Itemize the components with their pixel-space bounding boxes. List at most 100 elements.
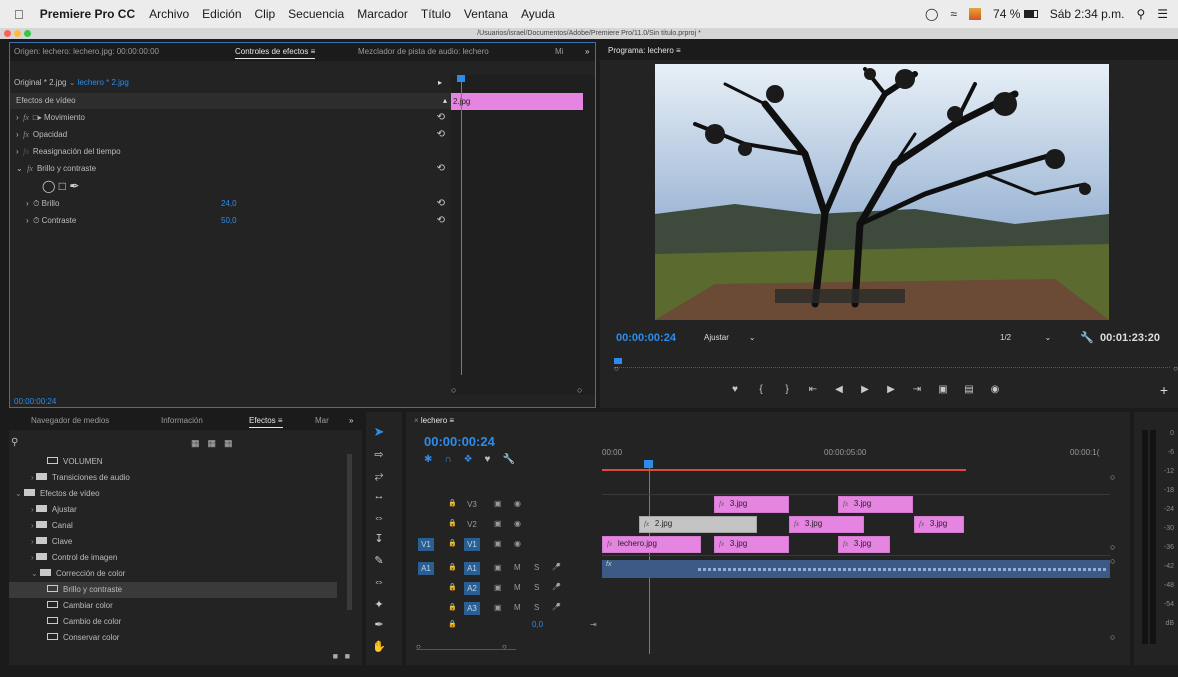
slide-tool-icon[interactable]: ✦ bbox=[372, 598, 386, 611]
play-icon[interactable]: ▶ bbox=[858, 384, 872, 395]
hand-tool-icon[interactable]: ✋ bbox=[372, 640, 386, 653]
slip-tool-icon[interactable]: ⇔ bbox=[372, 576, 386, 588]
track-name[interactable]: A1 bbox=[464, 562, 480, 575]
accelerated-effects-icon[interactable]: ▦ bbox=[191, 438, 200, 449]
close-icon[interactable]: × bbox=[414, 416, 419, 425]
zoom-handle-icon[interactable]: ○ bbox=[451, 385, 456, 395]
zoom-handle-icon[interactable]: ○ bbox=[1173, 364, 1178, 373]
go-to-out-icon[interactable]: ⇥ bbox=[910, 384, 924, 395]
extract-icon[interactable]: ▤ bbox=[962, 384, 976, 395]
tab-sequence[interactable]: × lechero ≡ bbox=[414, 416, 454, 427]
play-clip-icon[interactable]: ▸ bbox=[438, 75, 442, 91]
scrollbar[interactable] bbox=[347, 454, 352, 610]
rectangle-mask-icon[interactable]: □ bbox=[59, 179, 66, 193]
sync-lock-icon[interactable]: ▣ bbox=[494, 516, 502, 531]
panel-menu-icon[interactable]: ≡ bbox=[311, 47, 316, 56]
track-name[interactable]: V2 bbox=[464, 518, 480, 531]
menu-archivo[interactable]: Archivo bbox=[149, 7, 189, 21]
go-to-in-icon[interactable]: ⇤ bbox=[806, 384, 820, 395]
timeline-clip[interactable]: fx lechero.jpg bbox=[602, 536, 701, 553]
reset-icon[interactable]: ⟲ bbox=[437, 110, 445, 126]
clock[interactable]: Sáb 2:34 p.m. bbox=[1050, 7, 1125, 21]
ripple-edit-tool-icon[interactable]: ⥂ bbox=[372, 470, 386, 483]
tab-media-browser[interactable]: Navegador de medios bbox=[31, 416, 109, 425]
tree-item[interactable]: › Clave bbox=[9, 534, 337, 550]
fx-icon[interactable]: fx bbox=[27, 164, 33, 173]
scroll-handle-icon[interactable]: ○ bbox=[1110, 472, 1115, 482]
lock-icon[interactable]: 🔒 bbox=[448, 580, 457, 595]
tab-more[interactable]: Mi bbox=[555, 47, 563, 56]
apple-menu-icon[interactable]:  bbox=[14, 7, 24, 22]
collapse-icon[interactable]: ▴ bbox=[443, 93, 447, 109]
zoom-handle-icon[interactable]: ○ bbox=[1110, 542, 1115, 552]
timeline-clip[interactable]: fx 3.jpg bbox=[914, 516, 964, 533]
expanded-arrow-icon[interactable]: ⌄ bbox=[16, 164, 23, 173]
menu-edicion[interactable]: Edición bbox=[202, 7, 241, 21]
timeline-clip[interactable]: fx 3.jpg bbox=[789, 516, 864, 533]
yuv-effects-icon[interactable]: ▦ bbox=[224, 438, 233, 449]
pen-tool-icon[interactable]: ✒ bbox=[372, 618, 386, 631]
battery-indicator[interactable]: 74 % bbox=[993, 7, 1038, 21]
timeline-timecode[interactable]: 00:00:00:24 bbox=[424, 434, 495, 449]
microphone-icon[interactable]: 🎤 bbox=[552, 560, 561, 575]
tab-effect-controls[interactable]: Controles de efectos ≡ bbox=[235, 47, 316, 59]
step-forward-icon[interactable]: ▶ bbox=[884, 384, 898, 395]
solo-button[interactable]: S bbox=[534, 560, 539, 575]
clip-bar[interactable]: 2.jpg bbox=[451, 93, 583, 110]
zoom-handle-icon[interactable]: ○ bbox=[1110, 632, 1115, 642]
menu-ventana[interactable]: Ventana bbox=[464, 7, 508, 21]
timeline-clip[interactable]: fx 3.jpg bbox=[838, 536, 890, 553]
track-v2[interactable]: fx 2.jpg fx 3.jpg fx 3.jpg bbox=[602, 516, 1110, 534]
mark-in-icon[interactable]: { bbox=[754, 384, 768, 395]
notification-center-icon[interactable]: ☰ bbox=[1157, 7, 1168, 21]
fx-icon[interactable]: fx bbox=[23, 130, 29, 139]
mark-out-icon[interactable]: } bbox=[780, 384, 794, 395]
zoom-handle-icon[interactable]: ○ bbox=[502, 642, 507, 651]
tree-item[interactable]: › Canal bbox=[9, 518, 337, 534]
track-v1[interactable]: fx lechero.jpg fx 3.jpg fx 3.jpg bbox=[602, 536, 1110, 554]
export-frame-icon[interactable]: ◉ bbox=[988, 384, 1002, 395]
tree-item[interactable]: › Transiciones de audio bbox=[9, 470, 337, 486]
microphone-icon[interactable]: 🎤 bbox=[552, 600, 561, 615]
razor-tool-icon[interactable]: ↧ bbox=[372, 532, 386, 545]
tree-item[interactable]: ⌄ Corrección de color bbox=[9, 566, 337, 582]
tree-item[interactable]: Volumen bbox=[9, 454, 337, 470]
tree-item[interactable]: ⌄ Efectos de vídeo bbox=[9, 486, 337, 502]
solo-button[interactable]: S bbox=[534, 600, 539, 615]
lock-icon[interactable]: 🔒 bbox=[448, 620, 457, 628]
sync-lock-icon[interactable]: ▣ bbox=[494, 580, 502, 595]
menu-secuencia[interactable]: Secuencia bbox=[288, 7, 344, 21]
effect-timecode[interactable]: 00:00:00:24 bbox=[14, 397, 56, 406]
selection-tool-icon[interactable]: ➤ bbox=[372, 424, 386, 440]
eye-icon[interactable]: ◉ bbox=[514, 536, 521, 551]
close-window-button[interactable] bbox=[4, 30, 11, 37]
eye-icon[interactable]: ◉ bbox=[514, 496, 521, 511]
expanded-arrow-icon[interactable]: ⌄ bbox=[31, 569, 40, 578]
tree-item[interactable]: Cambio de color bbox=[9, 614, 337, 630]
timeline-clip[interactable]: fx 3.jpg bbox=[714, 536, 789, 553]
menu-clip[interactable]: Clip bbox=[255, 7, 276, 21]
source-patch[interactable]: A1 bbox=[418, 562, 434, 575]
effect-row-brillo-contraste[interactable]: ⌄ fx Brillo y contraste ⟲ bbox=[10, 161, 451, 177]
effect-timeline[interactable]: 2.jpg ○ ○ bbox=[451, 75, 595, 395]
rolling-edit-tool-icon[interactable]: ↔ bbox=[372, 490, 386, 502]
lock-icon[interactable]: 🔒 bbox=[448, 536, 457, 551]
add-marker-icon[interactable]: ♥ bbox=[728, 384, 742, 395]
ellipse-mask-icon[interactable]: ◯ bbox=[42, 179, 55, 193]
track-name[interactable]: V1 bbox=[464, 538, 480, 551]
mute-button[interactable]: M bbox=[514, 580, 521, 595]
microphone-icon[interactable]: 🎤 bbox=[552, 580, 561, 595]
expand-arrow-icon[interactable]: › bbox=[16, 130, 19, 139]
pen-mask-icon[interactable]: ✒ bbox=[69, 179, 79, 193]
timeline-clip[interactable]: fx 3.jpg bbox=[714, 496, 789, 513]
tree-item[interactable]: › Ajustar bbox=[9, 502, 337, 518]
param-value[interactable]: 24,0 bbox=[221, 196, 237, 212]
mute-button[interactable]: M bbox=[514, 600, 521, 615]
source-patch[interactable] bbox=[418, 518, 434, 531]
rate-stretch-tool-icon[interactable]: ⇔ bbox=[372, 512, 386, 524]
tab-effects[interactable]: Efectos ≡ bbox=[249, 416, 283, 428]
expanded-arrow-icon[interactable]: ⌄ bbox=[15, 489, 24, 498]
timeline-settings-icon[interactable]: 🔧 bbox=[502, 454, 514, 465]
sequence-clip-link[interactable]: lechero * 2.jpg bbox=[78, 78, 129, 87]
track-name[interactable]: V3 bbox=[464, 498, 480, 511]
